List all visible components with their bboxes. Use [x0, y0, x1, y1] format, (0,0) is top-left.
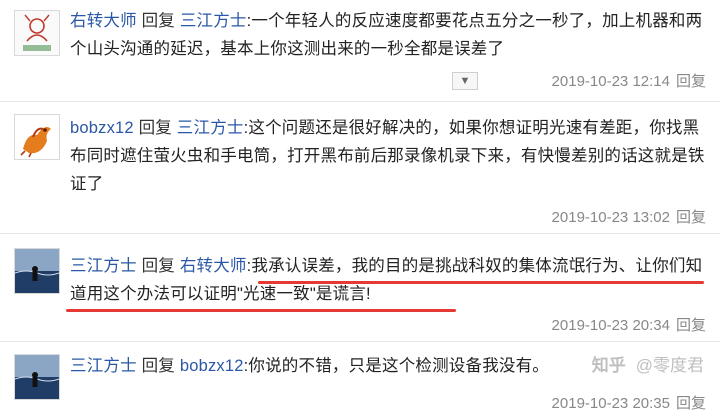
- reply-thread: 右转大师 回复 三江方士:一个年轻人的反应速度都要花点五分之一秒了，加上机器和两…: [0, 0, 720, 416]
- reply-target-link[interactable]: 三江方士: [180, 12, 247, 30]
- reply-meta: 2019-10-23 20:34 回复: [552, 314, 706, 335]
- zhihu-logo: 知乎: [591, 356, 626, 375]
- reply-text: 三江方士 回复 右转大师:我承认误差，我的目的是挑战科奴的集体流氓行为、让你们知…: [70, 252, 708, 308]
- reply-button[interactable]: 回复: [676, 317, 706, 334]
- timestamp: 2019-10-23 12:14: [551, 73, 670, 90]
- reply-content: :你说的不错，只是这个检测设备我没有。: [243, 357, 549, 375]
- author-link[interactable]: bobzx12: [70, 119, 134, 137]
- reply-word: 回复: [141, 357, 176, 375]
- reply-item: bobzx12 回复 三江方士:这个问题还是很好解决的，如果你想证明光速有差距，…: [0, 102, 720, 230]
- dragon-avatar-icon: [15, 115, 59, 159]
- reply-target-link[interactable]: bobzx12: [180, 357, 244, 375]
- reply-target-link[interactable]: 三江方士: [177, 119, 244, 137]
- collapse-button[interactable]: ▼: [452, 72, 478, 90]
- sea-avatar-icon: [15, 355, 59, 399]
- sea-avatar-icon: [15, 249, 59, 293]
- user-avatar[interactable]: [14, 248, 60, 294]
- reply-button[interactable]: 回复: [676, 73, 706, 90]
- triangle-down-icon: ▼: [459, 75, 471, 87]
- highlight-underline: [258, 281, 704, 284]
- reply-text: 右转大师 回复 三江方士:一个年轻人的反应速度都要花点五分之一秒了，加上机器和两…: [70, 7, 708, 63]
- author-link[interactable]: 三江方士: [70, 257, 137, 275]
- reply-meta: 2019-10-23 13:02 回复: [552, 206, 706, 227]
- reply-word: 回复: [141, 257, 176, 275]
- reply-item: 三江方士 回复 右转大师:我承认误差，我的目的是挑战科奴的集体流氓行为、让你们知…: [0, 234, 720, 338]
- reply-button[interactable]: 回复: [676, 209, 706, 226]
- reply-word: 回复: [141, 12, 176, 30]
- user-avatar[interactable]: [14, 114, 60, 160]
- user-avatar[interactable]: [14, 10, 60, 56]
- cartoon-avatar-icon: [15, 11, 59, 55]
- author-link[interactable]: 三江方士: [70, 357, 137, 375]
- watermark-user: @零度君: [635, 356, 704, 375]
- reply-meta: 2019-10-23 20:35 回复: [552, 392, 706, 413]
- reply-word: 回复: [138, 119, 172, 137]
- timestamp: 2019-10-23 20:35: [551, 395, 670, 412]
- highlight-underline: [66, 309, 456, 312]
- reply-target-link[interactable]: 右转大师: [180, 257, 247, 275]
- reply-text: bobzx12 回复 三江方士:这个问题还是很好解决的，如果你想证明光速有差距，…: [70, 114, 708, 198]
- reply-button[interactable]: 回复: [676, 395, 706, 412]
- reply-meta: 2019-10-23 12:14 回复: [552, 70, 706, 91]
- watermark: 知乎 @零度君: [592, 351, 704, 376]
- author-link[interactable]: 右转大师: [70, 12, 137, 30]
- timestamp: 2019-10-23 20:34: [551, 317, 670, 334]
- timestamp: 2019-10-23 13:02: [551, 209, 670, 226]
- user-avatar[interactable]: [14, 354, 60, 400]
- reply-item: 右转大师 回复 三江方士:一个年轻人的反应速度都要花点五分之一秒了，加上机器和两…: [0, 0, 720, 98]
